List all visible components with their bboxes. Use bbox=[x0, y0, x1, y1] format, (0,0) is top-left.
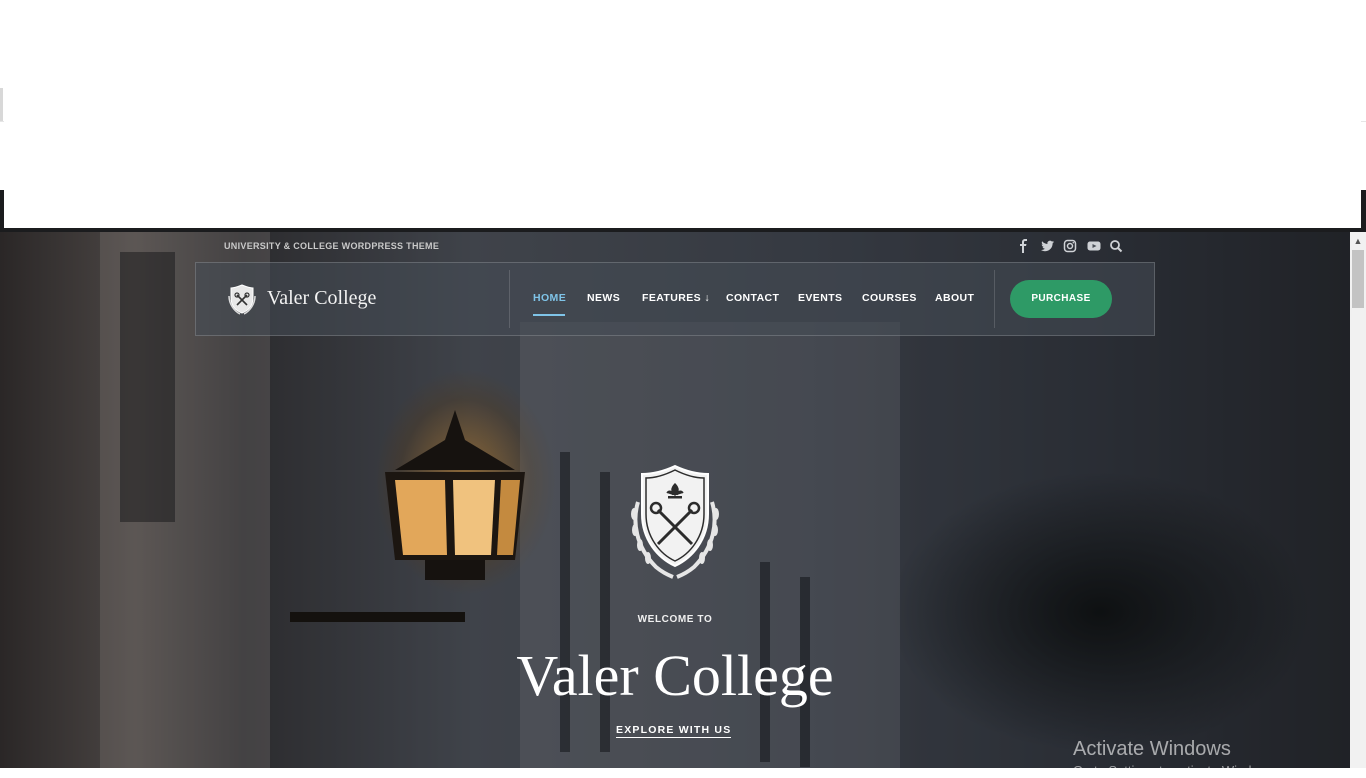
nav-events[interactable]: EVENTS bbox=[798, 292, 842, 304]
hero-eyebrow: WELCOME TO bbox=[637, 614, 713, 625]
nav-divider bbox=[509, 270, 510, 328]
blank-panel bbox=[4, 0, 1361, 228]
divider bbox=[0, 88, 3, 122]
facebook-icon[interactable] bbox=[1017, 239, 1031, 253]
instagram-icon[interactable] bbox=[1063, 239, 1077, 253]
nav-courses[interactable]: COURSES bbox=[862, 292, 917, 304]
lantern-image bbox=[385, 410, 525, 580]
scroll-up-arrow-icon[interactable]: ▲ bbox=[1350, 234, 1366, 248]
search-icon[interactable] bbox=[1109, 239, 1123, 253]
nav-contact[interactable]: CONTACT bbox=[726, 292, 779, 304]
site-tagline: UNIVERSITY & COLLEGE WORDPRESS THEME bbox=[224, 241, 440, 251]
activate-windows-title: Activate Windows bbox=[1073, 738, 1231, 760]
youtube-icon[interactable] bbox=[1087, 239, 1101, 253]
nav-home[interactable]: HOME bbox=[533, 292, 566, 304]
nav-about[interactable]: ABOUT bbox=[935, 292, 974, 304]
site-name: Valer College bbox=[267, 287, 377, 309]
twitter-icon[interactable] bbox=[1041, 239, 1055, 253]
nav-features[interactable]: FEATURES ↓ bbox=[642, 292, 710, 304]
activate-windows-subtitle: Go to Settings to activate Windows. bbox=[1073, 763, 1279, 778]
scrollbar[interactable] bbox=[1350, 232, 1366, 768]
explore-link[interactable]: EXPLORE WITH US bbox=[616, 724, 732, 738]
college-crest-icon bbox=[631, 464, 719, 579]
site-logo[interactable]: Valer College bbox=[225, 282, 385, 316]
nav-divider bbox=[994, 270, 995, 328]
hero-title: Valer College bbox=[516, 643, 834, 708]
crest-logo-icon bbox=[228, 284, 256, 315]
scrollbar-thumb[interactable] bbox=[1352, 250, 1364, 308]
purchase-button[interactable]: PURCHASE bbox=[1010, 280, 1112, 318]
active-indicator bbox=[533, 314, 565, 316]
nav-news[interactable]: NEWS bbox=[587, 292, 620, 304]
